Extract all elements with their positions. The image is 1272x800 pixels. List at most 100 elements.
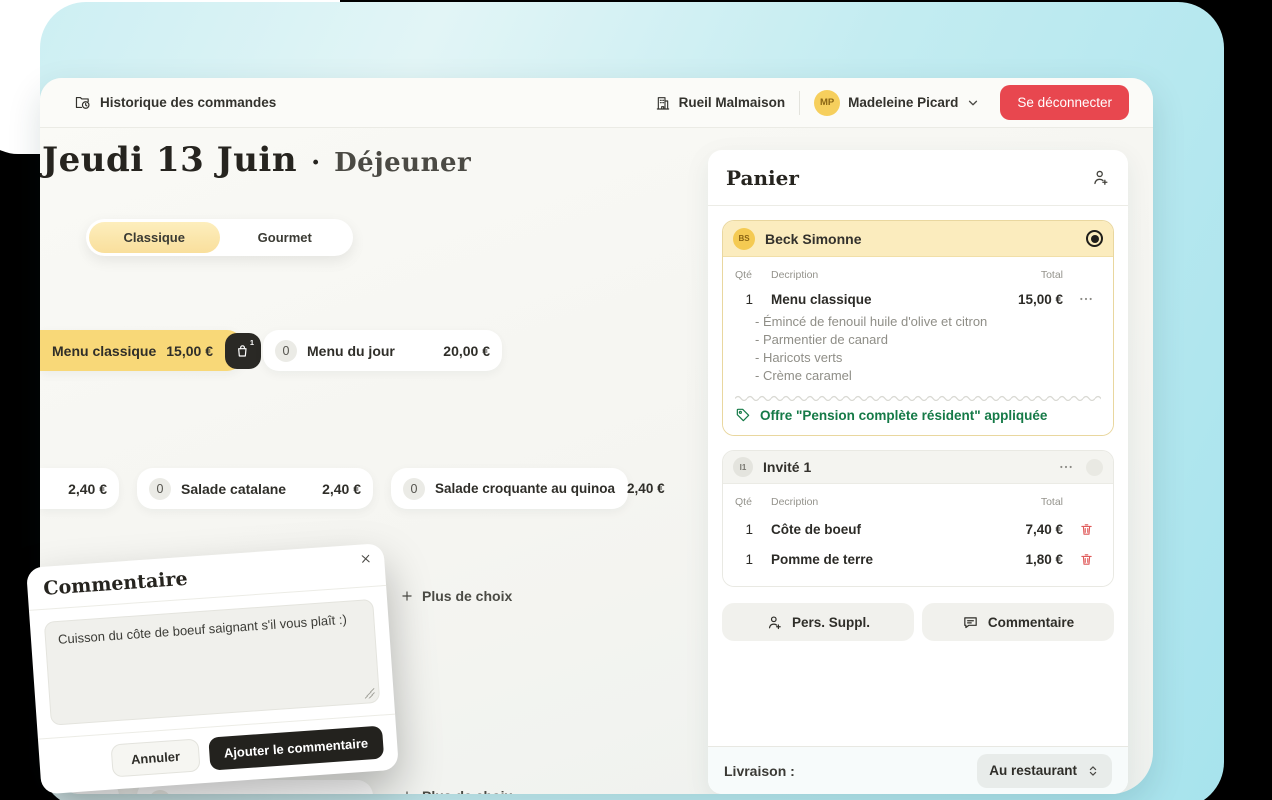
trash-icon[interactable] [1071, 552, 1101, 567]
guest-header[interactable]: BS Beck Simonne [723, 221, 1113, 257]
menu-price: 2,40 € [68, 481, 107, 497]
cart-actions: Pers. Suppl. Commentaire [722, 603, 1114, 641]
cart-table-header: Qté Decription Total [735, 265, 1101, 287]
delivery-value: Au restaurant [989, 763, 1077, 778]
col-qty: Qté [735, 496, 763, 508]
cart-panel: Panier BS Beck Simonne Qté Decription [708, 150, 1128, 794]
delivery-select[interactable]: Au restaurant [977, 754, 1112, 788]
menu-price: 20,00 € [443, 343, 490, 359]
title-separator: · [311, 148, 320, 178]
close-icon[interactable] [359, 552, 373, 566]
comment-modal: Commentaire Cuisson du côte de boeuf sai… [26, 543, 399, 794]
menu-name: Menu du jour [307, 343, 395, 359]
menu-price: 3,60 € [68, 793, 107, 795]
avatar: MP [814, 90, 840, 116]
page-title: Jeudi 13 Juin · Déjeuner [42, 140, 471, 180]
logout-button[interactable]: Se déconnecter [1000, 85, 1129, 120]
more-choices-link[interactable]: Plus de choix [400, 588, 512, 604]
guest-header[interactable]: I1 Invité 1 [723, 451, 1113, 484]
user-menu[interactable]: MP Madeleine Picard [814, 90, 980, 116]
meal-title: Déjeuner [334, 148, 471, 178]
menu-card-salade-quinoa[interactable]: 0 Salade croquante au quinoa 2,40 € [391, 468, 628, 509]
menu-name: Menu classique [52, 343, 156, 359]
quantity-superscript: 1 [250, 338, 254, 347]
cart-title: Panier [726, 166, 799, 190]
comment-modal-body: Cuisson du côte de boeuf saignant s'il v… [29, 586, 395, 739]
item-price: 1,80 € [993, 552, 1063, 567]
chevrons-updown-icon [1086, 764, 1100, 778]
location-label: Rueil Malmaison [679, 95, 786, 110]
guest-card-beck: BS Beck Simonne Qté Decription Total 1 M… [722, 220, 1114, 436]
comment-label: Commentaire [988, 615, 1074, 630]
cart-item-row: 1 Côte de boeuf 7,40 € [735, 514, 1101, 544]
folder-clock-icon [74, 94, 91, 111]
menu-price: 3,60 € [322, 793, 361, 795]
comment-textarea[interactable]: Cuisson du côte de boeuf saignant s'il v… [44, 599, 380, 726]
applied-offer: Offre "Pension complète résident" appliq… [735, 407, 1101, 423]
edit-quantity-button[interactable]: 1 [225, 333, 261, 369]
more-options-icon[interactable] [1058, 459, 1074, 475]
menu-line: - Émincé de fenouil huile d'olive et cit… [755, 313, 1101, 331]
add-person-button[interactable]: Pers. Suppl. [722, 603, 914, 641]
resize-handle-icon[interactable] [364, 688, 375, 699]
more-choices-link[interactable]: Plus de choix [400, 788, 512, 794]
comment-button[interactable]: Commentaire [922, 603, 1114, 641]
more-options-icon[interactable] [1071, 291, 1101, 307]
col-total: Total [993, 269, 1063, 281]
cart-item-row: 1 Menu classique 15,00 € [735, 287, 1101, 311]
guest-card-invite: I1 Invité 1 Qté Decription Total 1 [722, 450, 1114, 587]
delivery-footer: Livraison : Au restaurant [708, 746, 1128, 794]
guest-radio-unselected[interactable] [1086, 459, 1103, 476]
guest-avatar: I1 [733, 457, 753, 477]
menu-card-partial[interactable]: 2,40 € [40, 468, 119, 509]
more-choices-label: Plus de choix [422, 788, 512, 794]
order-history-link[interactable]: Historique des commandes [74, 94, 276, 111]
guest-radio-selected[interactable] [1086, 230, 1103, 247]
menu-composition: - Émincé de fenouil huile d'olive et cit… [755, 313, 1101, 385]
date-title: Jeudi 13 Juin [42, 140, 297, 180]
quantity-badge: 0 [149, 478, 171, 500]
comment-text: Cuisson du côte de boeuf saignant s'il v… [58, 612, 348, 647]
item-qty: 1 [735, 552, 763, 567]
plus-icon [400, 589, 414, 603]
chevron-down-icon [966, 96, 980, 110]
col-desc: Decription [771, 269, 985, 281]
menu-line: - Haricots verts [755, 349, 1101, 367]
menu-line: - Parmentier de canard [755, 331, 1101, 349]
menu-price: 15,00 € [166, 343, 213, 359]
offer-label: Offre "Pension complète résident" appliq… [760, 408, 1047, 423]
menu-card-du-jour[interactable]: 0 Menu du jour 20,00 € [263, 330, 502, 371]
quantity-badge: 0 [149, 790, 171, 795]
order-history-label: Historique des commandes [100, 95, 276, 110]
menu-name: Tarte aux pommes [181, 793, 304, 795]
tab-gourmet[interactable]: Gourmet [220, 222, 351, 253]
col-total: Total [993, 496, 1063, 508]
divider [799, 91, 800, 115]
menu-name: Salade croquante au quinoa [435, 481, 615, 496]
col-qty: Qté [735, 269, 763, 281]
menu-card-salade-catalane[interactable]: 0 Salade catalane 2,40 € [137, 468, 373, 509]
location-chip: Rueil Malmaison [655, 95, 786, 111]
cart-header: Panier [708, 150, 1128, 206]
cancel-button[interactable]: Annuler [111, 738, 200, 777]
guest-name: Beck Simonne [765, 231, 861, 247]
item-price: 15,00 € [993, 292, 1063, 307]
add-comment-button[interactable]: Ajouter le commentaire [208, 726, 384, 771]
tab-classique[interactable]: Classique [89, 222, 220, 253]
menu-card-classique[interactable]: Menu classique 15,00 € 1 [40, 330, 243, 371]
top-bar: Historique des commandes Rueil Malmaison… [40, 78, 1153, 128]
menu-type-tabs: Classique Gourmet [86, 219, 353, 256]
item-name: Menu classique [771, 292, 985, 307]
item-qty: 1 [735, 292, 763, 307]
person-plus-icon [766, 614, 783, 631]
cart-table-header: Qté Decription Total [735, 492, 1101, 514]
user-name: Madeleine Picard [848, 95, 958, 110]
cart-item-row: 1 Pomme de terre 1,80 € [735, 544, 1101, 574]
item-price: 7,40 € [993, 522, 1063, 537]
menu-name: Salade catalane [181, 481, 286, 497]
item-name: Côte de boeuf [771, 522, 985, 537]
trash-icon[interactable] [1071, 522, 1101, 537]
add-guest-icon[interactable] [1091, 168, 1110, 187]
guest-name: Invité 1 [763, 459, 811, 475]
comment-bubble-icon [962, 614, 979, 631]
